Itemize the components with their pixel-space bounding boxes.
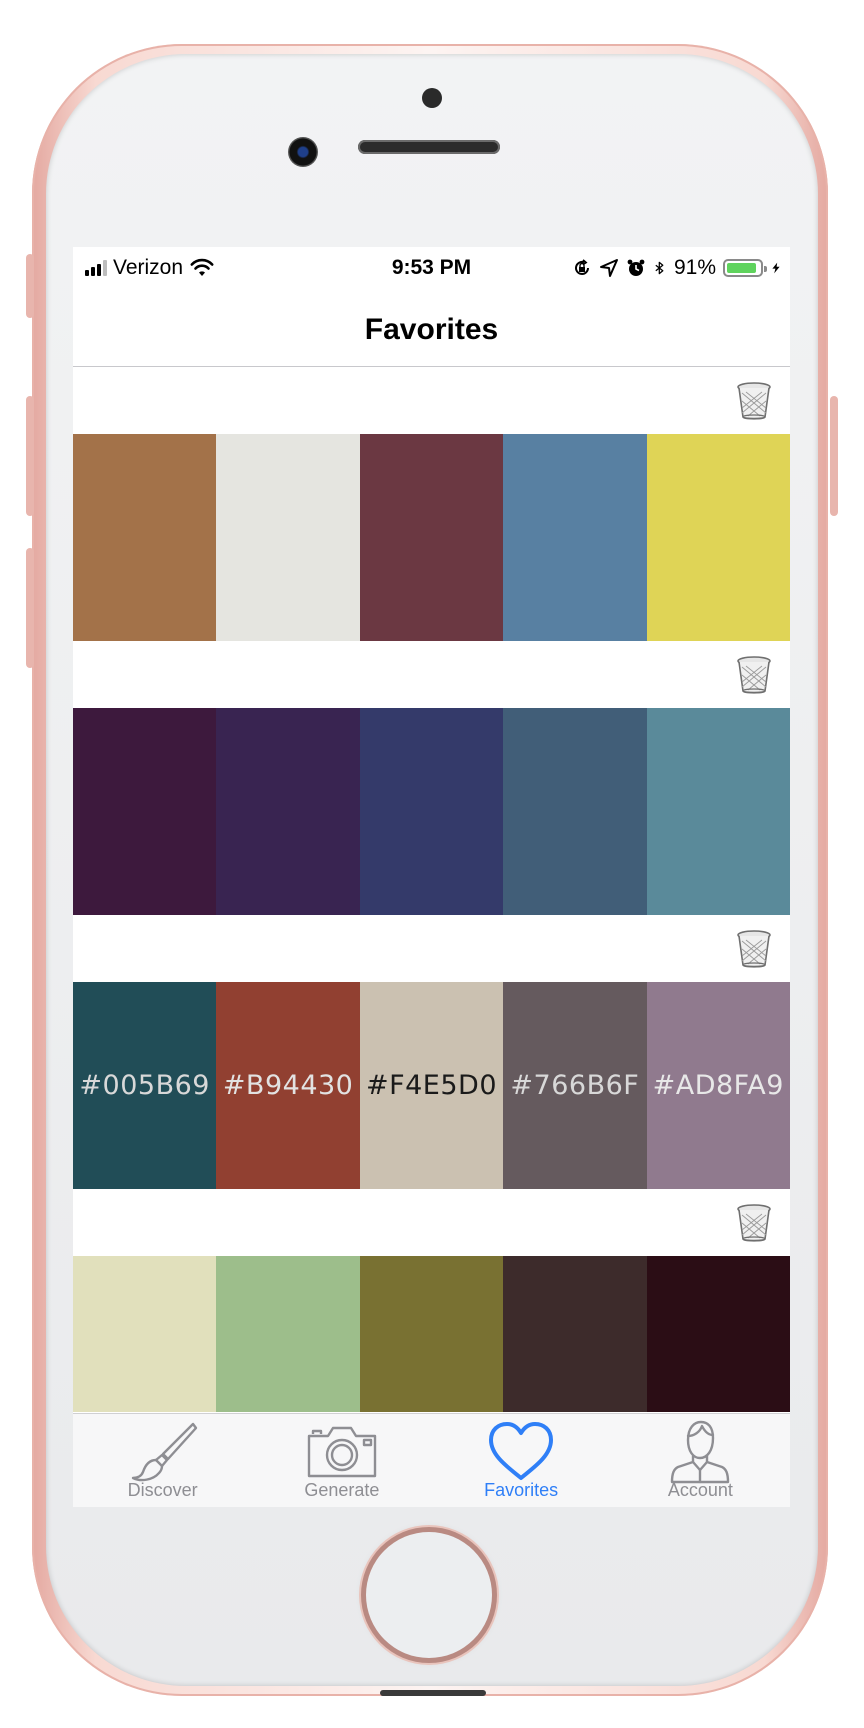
heart-icon [489, 1422, 554, 1480]
color-swatch[interactable] [73, 1256, 217, 1412]
palette-swatches [73, 708, 790, 915]
color-swatch[interactable]: #766B6F [503, 982, 647, 1189]
trash-icon[interactable] [736, 929, 772, 969]
bottom-edge [380, 1690, 486, 1696]
mute-switch [26, 254, 34, 318]
page-title: Favorites [364, 313, 499, 346]
palette-row [73, 641, 790, 915]
tab-bar: Discover Generate Favorites Account [73, 1413, 790, 1507]
tab-label: Account [667, 1480, 733, 1500]
screen: Verizon 9:53 PM 91% Favorites #005B69 #B… [73, 247, 790, 1507]
color-swatch[interactable] [216, 708, 360, 915]
trash-icon[interactable] [736, 1203, 772, 1243]
color-swatch[interactable] [359, 708, 504, 915]
palette-row-header [73, 367, 790, 434]
location-arrow-icon [599, 259, 618, 277]
palette-swatches: #005B69 #B94430 #F4E5D0 #766B6F #AD8FA9 [73, 982, 790, 1189]
bluetooth-icon [655, 261, 664, 275]
battery-percent: 91% [673, 256, 716, 279]
trash-icon[interactable] [736, 381, 772, 421]
color-swatch[interactable] [646, 708, 790, 915]
palette-row: #005B69 #B94430 #F4E5D0 #766B6F #AD8FA9 [73, 915, 790, 1189]
favorites-list[interactable]: #005B69 #B94430 #F4E5D0 #766B6F #AD8FA9 [73, 367, 790, 1412]
charging-bolt-icon [772, 262, 780, 274]
color-swatch[interactable] [503, 708, 647, 915]
proximity-sensor [422, 88, 442, 108]
volume-up-button [26, 396, 34, 516]
trash-icon[interactable] [736, 655, 772, 695]
earpiece-speaker [358, 140, 500, 154]
palette-row [73, 1189, 790, 1412]
camera-icon [307, 1426, 377, 1478]
status-bar: Verizon 9:53 PM 91% [73, 247, 790, 291]
tab-label: Discover [127, 1480, 198, 1500]
color-swatch[interactable] [503, 1256, 647, 1412]
color-swatch[interactable] [359, 434, 504, 641]
volume-down-button [26, 548, 34, 668]
palette-row-header [73, 915, 790, 982]
palette-row [73, 367, 790, 641]
home-button[interactable] [366, 1532, 492, 1658]
palette-swatches [73, 434, 790, 641]
color-swatch[interactable]: #B94430 [216, 982, 360, 1189]
person-icon [671, 1420, 730, 1484]
color-swatch[interactable] [73, 434, 217, 641]
orientation-lock-icon [575, 259, 589, 275]
alarm-icon [627, 259, 645, 276]
color-swatch[interactable] [646, 434, 790, 641]
paintbrush-icon [131, 1422, 197, 1482]
color-swatch[interactable]: #AD8FA9 [646, 982, 790, 1189]
color-swatch[interactable] [503, 434, 647, 641]
palette-swatches [73, 1256, 790, 1412]
tab-discover[interactable]: Discover [73, 1414, 252, 1507]
color-swatch[interactable]: #F4E5D0 [359, 982, 504, 1189]
power-button [830, 396, 838, 516]
battery-level [727, 263, 756, 273]
navigation-bar: Favorites [73, 291, 790, 367]
color-swatch[interactable]: #005B69 [73, 982, 217, 1189]
tab-generate[interactable]: Generate [252, 1414, 431, 1507]
tab-label: Favorites [484, 1480, 559, 1500]
battery-icon [723, 259, 767, 277]
palette-row-header [73, 1189, 790, 1256]
color-swatch[interactable] [359, 1256, 504, 1412]
color-swatch[interactable] [73, 708, 217, 915]
tab-label: Generate [304, 1480, 380, 1500]
palette-row-header [73, 641, 790, 708]
color-swatch[interactable] [216, 1256, 360, 1412]
color-swatch[interactable] [646, 1256, 790, 1412]
tab-favorites[interactable]: Favorites [432, 1414, 611, 1507]
tab-account[interactable]: Account [611, 1414, 790, 1507]
front-camera [288, 137, 318, 167]
color-swatch[interactable] [216, 434, 360, 641]
